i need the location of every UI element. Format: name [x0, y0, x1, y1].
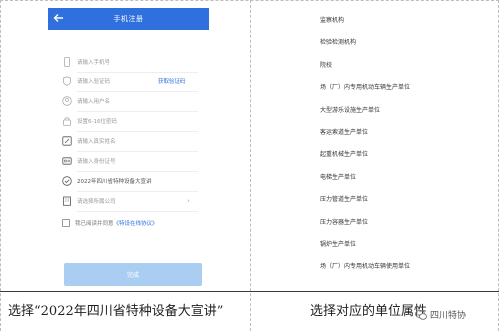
idcard-placeholder: 请输入身份证号 [77, 159, 116, 165]
code-placeholder: 请输入验证码 [77, 79, 111, 85]
agree-checkbox[interactable] [62, 219, 70, 227]
wechat-icon [415, 309, 427, 320]
get-code-link[interactable]: 获取验证码 [158, 77, 186, 85]
phone-placeholder: 请输入手机号 [77, 60, 111, 66]
screenshot-frame: 手机注册 请输入手机号 请输入验证码 获取验证码 请输入用户名 设置6-16位密… [0, 0, 499, 331]
page-title: 手机注册 [113, 15, 144, 23]
unit-type-item[interactable]: 压力容器生产单位 [320, 217, 368, 226]
password-field[interactable]: 设置6-16位密码 [62, 114, 202, 132]
agree-text: 我已阅读并同意 [75, 221, 114, 227]
unit-type-item[interactable]: 监察机构 [320, 15, 344, 24]
unit-type-item[interactable]: 场（厂）内专用机动车辆使用单位 [320, 261, 410, 270]
username-field[interactable]: 请输入用户名 [62, 94, 202, 112]
unit-type-item[interactable]: 起重机械生产单位 [320, 149, 368, 158]
company-select[interactable]: 请选择所属公司 › [62, 194, 202, 212]
brand-watermark: 四川特协 [415, 308, 466, 321]
unit-type-item[interactable]: 客运索道生产单位 [320, 127, 368, 136]
phone-icon [64, 57, 70, 67]
phone-field[interactable]: 请输入手机号 [62, 55, 202, 73]
top-bar: 手机注册 [48, 8, 209, 30]
event-select[interactable]: 2022年四川省特种设备大宣讲 [62, 174, 202, 192]
realname-placeholder: 请输入真实姓名 [77, 139, 116, 145]
chevron-right-icon: › [187, 197, 190, 205]
code-field[interactable]: 请输入验证码 获取验证码 [62, 74, 202, 92]
company-placeholder: 请选择所属公司 [77, 199, 116, 205]
shield-icon [63, 76, 71, 86]
unit-type-item[interactable]: 检验检测机构 [320, 37, 356, 46]
left-caption: 选择“2022年四川省特种设备大宣讲” [8, 304, 224, 319]
unit-type-item[interactable]: 大型游乐设施生产单位 [320, 105, 380, 114]
agreement-link[interactable]: 《特设在线协议》 [114, 219, 158, 227]
realname-field[interactable]: 请输入真实姓名 [62, 134, 202, 152]
idcard-field[interactable]: 请输入身份证号 [62, 154, 202, 172]
agreement-row: 我已阅读并同意 《特设在线协议》 [62, 216, 202, 230]
lock-icon [63, 117, 71, 126]
edit-icon [62, 136, 72, 146]
unit-type-item[interactable]: 院校 [320, 60, 332, 69]
caption-divider [0, 291, 499, 292]
brand-name: 四川特协 [430, 311, 467, 321]
activity-icon [62, 176, 72, 186]
center-divider [250, 0, 251, 331]
event-value: 2022年四川省特种设备大宣讲 [77, 179, 152, 185]
back-arrow-icon[interactable] [52, 11, 66, 25]
right-caption: 选择对应的单位属性 [310, 304, 428, 319]
user-icon [62, 96, 72, 106]
phone-registration-panel: 手机注册 请输入手机号 请输入验证码 获取验证码 请输入用户名 设置6-16位密… [48, 8, 209, 288]
unit-type-item[interactable]: 电梯生产单位 [320, 172, 356, 181]
top-border [0, 0, 499, 1]
id-card-icon [62, 157, 72, 165]
unit-type-item[interactable]: 锅炉生产单位 [320, 239, 356, 248]
unit-type-item[interactable]: 场（厂）内专用机动车辆生产单位 [320, 82, 410, 91]
unit-type-item[interactable]: 压力管道生产单位 [320, 194, 368, 203]
building-icon [63, 196, 71, 206]
username-placeholder: 请输入用户名 [77, 99, 111, 105]
password-placeholder: 设置6-16位密码 [77, 119, 117, 125]
submit-button[interactable]: 完成 [64, 263, 202, 286]
left-border [0, 0, 1, 331]
